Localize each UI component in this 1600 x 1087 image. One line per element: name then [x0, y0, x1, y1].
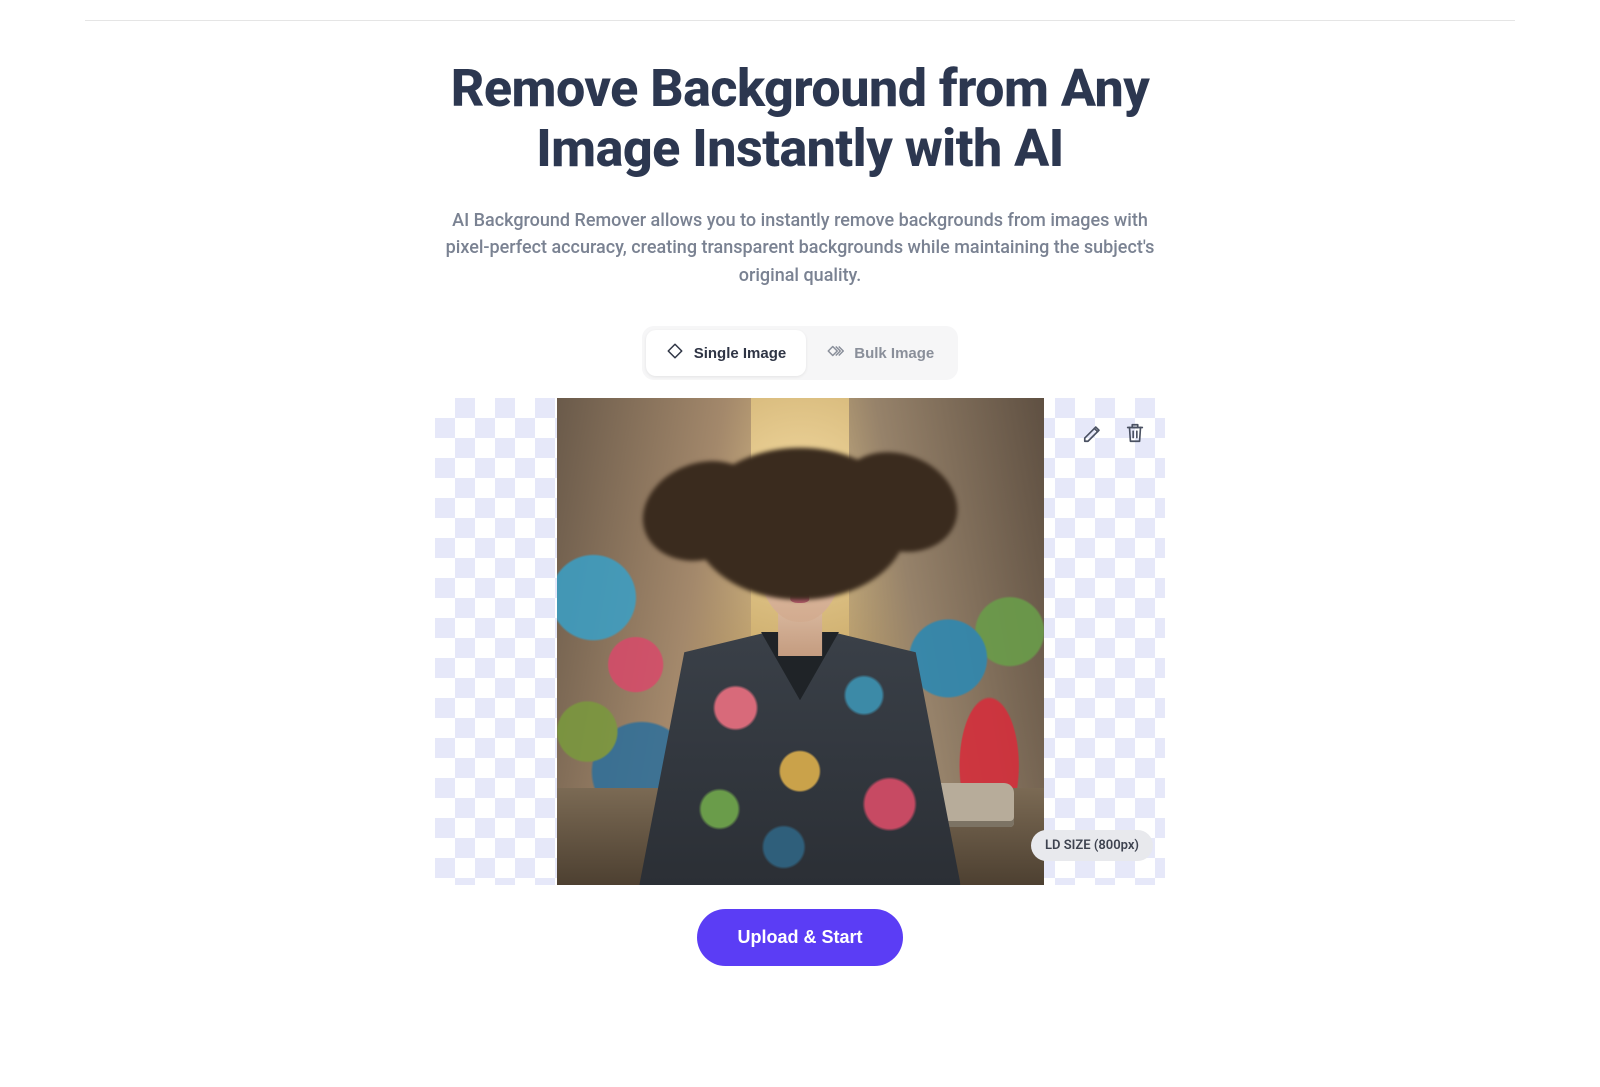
trash-icon — [1124, 422, 1146, 447]
transparency-checkerboard — [435, 398, 1165, 885]
tab-bulk-image[interactable]: Bulk Image — [806, 330, 954, 376]
page-subtitle: AI Background Remover allows you to inst… — [440, 207, 1160, 291]
upload-start-button[interactable]: Upload & Start — [697, 909, 902, 966]
tab-single-image[interactable]: Single Image — [646, 330, 807, 376]
mode-tabs: Single Image Bulk Image — [642, 326, 959, 380]
tab-label: Bulk Image — [854, 345, 934, 362]
sample-photo — [557, 398, 1044, 885]
size-badge: LD SIZE (800px) — [1031, 830, 1153, 861]
image-preview: LD SIZE (800px) — [435, 398, 1165, 885]
stack-icon — [826, 342, 844, 364]
tab-label: Single Image — [694, 345, 787, 362]
edit-button[interactable] — [1081, 422, 1105, 446]
pencil-icon — [1082, 422, 1104, 447]
diamond-icon — [666, 342, 684, 364]
delete-button[interactable] — [1123, 422, 1147, 446]
page-title: Remove Background from Any Image Instant… — [420, 59, 1180, 179]
